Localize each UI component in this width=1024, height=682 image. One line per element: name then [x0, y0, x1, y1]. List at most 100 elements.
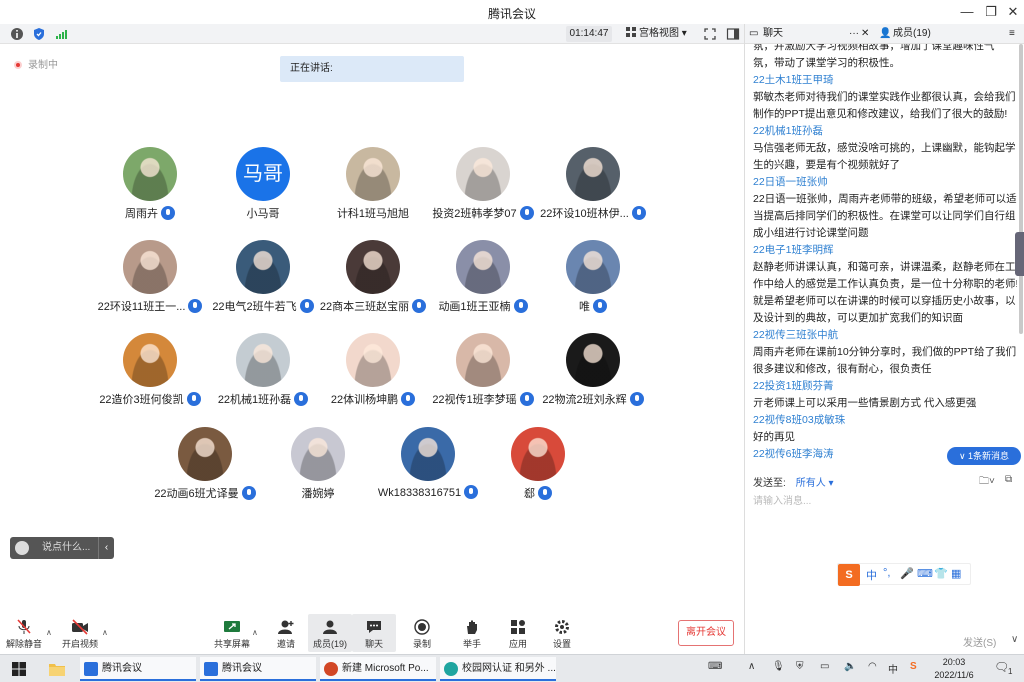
- participant-name: 周雨卉: [125, 208, 158, 220]
- view-mode-button[interactable]: 宫格视图 ▾: [622, 26, 692, 42]
- chat-scrollbar[interactable]: [1019, 44, 1023, 334]
- taskbar-app-label: 校园网认证 和另外 ...: [462, 663, 556, 674]
- windows-start-icon[interactable]: [12, 662, 26, 676]
- new-message-button[interactable]: ∨ 1条新消息: [947, 447, 1021, 465]
- taskbar-app-label: 腾讯会议: [102, 663, 142, 674]
- chat-message-text: 赵静老师讲课认真，和蔼可亲，讲课温柔，赵静老师在工: [753, 261, 1016, 273]
- ime-chinese-toggle[interactable]: 中: [866, 567, 877, 583]
- send-button[interactable]: 发送(S): [963, 634, 996, 649]
- ime-toolbox-icon[interactable]: ▦: [951, 567, 961, 580]
- chat-button[interactable]: 聊天: [352, 614, 396, 652]
- chat-sender-name: 22投资1班顾芬菁: [753, 380, 834, 392]
- chat-message-text: 亓老师课上可以采用一些情景剧方式 代入感更强: [753, 397, 977, 409]
- chat-message-text: 周雨卉老师在课前10分钟分享时，我们做的PPT给了我们: [753, 346, 1017, 358]
- audio-options-chevron-icon[interactable]: ∧: [46, 628, 52, 637]
- clock-date: 2022/11/6: [934, 670, 974, 680]
- participant-name: 22物流2班刘永辉: [542, 394, 627, 406]
- file-icon[interactable]: 🗀˅: [979, 474, 995, 491]
- avatar: [566, 240, 620, 294]
- tencent-meeting-icon: [204, 662, 218, 676]
- record-button[interactable]: 录制: [400, 614, 444, 652]
- chat-message-text: 郭敏杰老师对待我们的课堂实践作业都很认真，会给我们: [753, 91, 1016, 103]
- send-options-chevron-icon[interactable]: ∨: [1011, 634, 1018, 645]
- start-video-button[interactable]: 开启视频: [58, 614, 102, 652]
- members-tab-icon: 👤: [879, 28, 892, 39]
- send-to-select[interactable]: 所有人 ▾: [796, 478, 834, 489]
- chat-tab-icon: ▭: [749, 28, 759, 39]
- taskbar-app-label: 腾讯会议: [222, 663, 262, 674]
- avatar: [456, 333, 510, 387]
- notification-icon[interactable]: 🗨: [994, 660, 1009, 674]
- ime-voice-icon[interactable]: 🎤: [900, 567, 914, 580]
- ime-tray-icon[interactable]: 中: [888, 661, 898, 676]
- tray-chevron-up-icon[interactable]: ∧: [748, 661, 755, 672]
- chat-input[interactable]: 请输入消息...: [753, 492, 811, 507]
- menu-icon[interactable]: ≡: [1009, 24, 1015, 44]
- avatar: [346, 240, 400, 294]
- tab-chat[interactable]: 聊天: [763, 24, 783, 44]
- close-button[interactable]: ✕: [1002, 3, 1024, 21]
- chat-sender-name: 22视传三班张中航: [753, 329, 839, 341]
- invite-button[interactable]: 邀请: [264, 614, 308, 652]
- side-panel-icon[interactable]: [726, 27, 740, 41]
- participant-name: 郄: [524, 488, 535, 500]
- leave-meeting-button[interactable]: 离开会议: [678, 620, 734, 646]
- keyboard-icon[interactable]: ⌨: [708, 661, 722, 672]
- close-chat-icon[interactable]: ✕: [861, 24, 869, 44]
- volume-icon[interactable]: 🔈: [844, 661, 856, 672]
- restore-button[interactable]: ❐: [980, 3, 1002, 21]
- ime-keyboard-icon[interactable]: ⌨: [917, 567, 933, 580]
- share-options-chevron-icon[interactable]: ∧: [252, 628, 258, 637]
- settings-label: 设置: [552, 639, 571, 649]
- chat-message-text: 成小组进行讨论课堂问题: [753, 227, 869, 239]
- taskbar-tencent-meeting-2[interactable]: 腾讯会议: [200, 657, 316, 681]
- chat-message-text: 制作的PPT提出意见和修改建议，给我们了很大的鼓励!: [753, 108, 1008, 120]
- taskbar-clock[interactable]: 20:03 2022/11/6: [928, 656, 980, 682]
- collapse-icon[interactable]: ‹: [98, 537, 114, 559]
- minimize-button[interactable]: —: [956, 3, 978, 21]
- tab-members[interactable]: 成员(19): [893, 24, 931, 44]
- battery-icon[interactable]: ▭: [820, 661, 829, 672]
- screenshot-icon[interactable]: ⧉: [1005, 474, 1012, 485]
- members-label: 成员(19): [312, 639, 347, 649]
- ime-skin-icon[interactable]: 👕: [934, 567, 948, 580]
- security-tray-icon[interactable]: ⛨: [796, 661, 804, 672]
- taskbar-powerpoint[interactable]: 新建 Microsoft Po...: [320, 657, 436, 681]
- avatar: [123, 333, 177, 387]
- settings-button[interactable]: 设置: [540, 614, 584, 652]
- sogou-icon[interactable]: S: [838, 564, 860, 586]
- signal-icon[interactable]: [54, 27, 68, 41]
- ime-punctuation-icon[interactable]: °,: [883, 567, 890, 579]
- participant-tile[interactable]: 郄: [463, 427, 613, 509]
- video-options-chevron-icon[interactable]: ∧: [102, 628, 108, 637]
- participant-tile[interactable]: 22环设10班林伊...: [518, 147, 668, 229]
- record-dot-icon: [14, 61, 22, 69]
- edge-icon: [444, 662, 458, 676]
- fullscreen-icon[interactable]: [703, 27, 717, 41]
- raise-hand-button[interactable]: 举手: [450, 614, 494, 652]
- taskbar-edge[interactable]: 校园网认证 和另外 ...: [440, 657, 556, 681]
- sogou-tray-icon[interactable]: S: [910, 661, 917, 672]
- unmute-button[interactable]: 解除静音: [2, 614, 46, 652]
- chat-message-text: 好的再见: [753, 431, 795, 443]
- send-to-row: 发送至: 所有人 ▾: [753, 474, 834, 489]
- emoji-icon[interactable]: [15, 541, 29, 555]
- side-handle[interactable]: [1015, 232, 1024, 276]
- file-explorer-icon[interactable]: [48, 661, 66, 677]
- taskbar-tencent-meeting-1[interactable]: 腾讯会议: [80, 657, 196, 681]
- apps-button[interactable]: 应用: [496, 614, 540, 652]
- share-screen-button[interactable]: 共享屏幕: [210, 614, 254, 652]
- microphone-tray-icon[interactable]: 🎙: [772, 661, 785, 672]
- start-video-label: 开启视频: [61, 639, 98, 649]
- participant-name-row: 22环设10班林伊...: [518, 205, 668, 221]
- wifi-icon[interactable]: ◠: [868, 661, 877, 672]
- shield-icon[interactable]: [32, 27, 46, 41]
- quick-chat-input[interactable]: 说点什么... ‹: [10, 537, 114, 559]
- participant-tile[interactable]: 唯: [518, 240, 668, 322]
- more-options-icon[interactable]: ···: [849, 24, 859, 44]
- chat-message-text: 当提高后排同学们的积极性。在课堂可以让同学们自行组: [753, 210, 1016, 222]
- members-button[interactable]: 成员(19): [308, 614, 352, 652]
- participant-tile[interactable]: 22物流2班刘永辉: [518, 333, 668, 415]
- ime-toolbar: S 中 °, 🎤 ⌨ 👕 ▦: [837, 563, 971, 586]
- info-icon[interactable]: [10, 27, 24, 41]
